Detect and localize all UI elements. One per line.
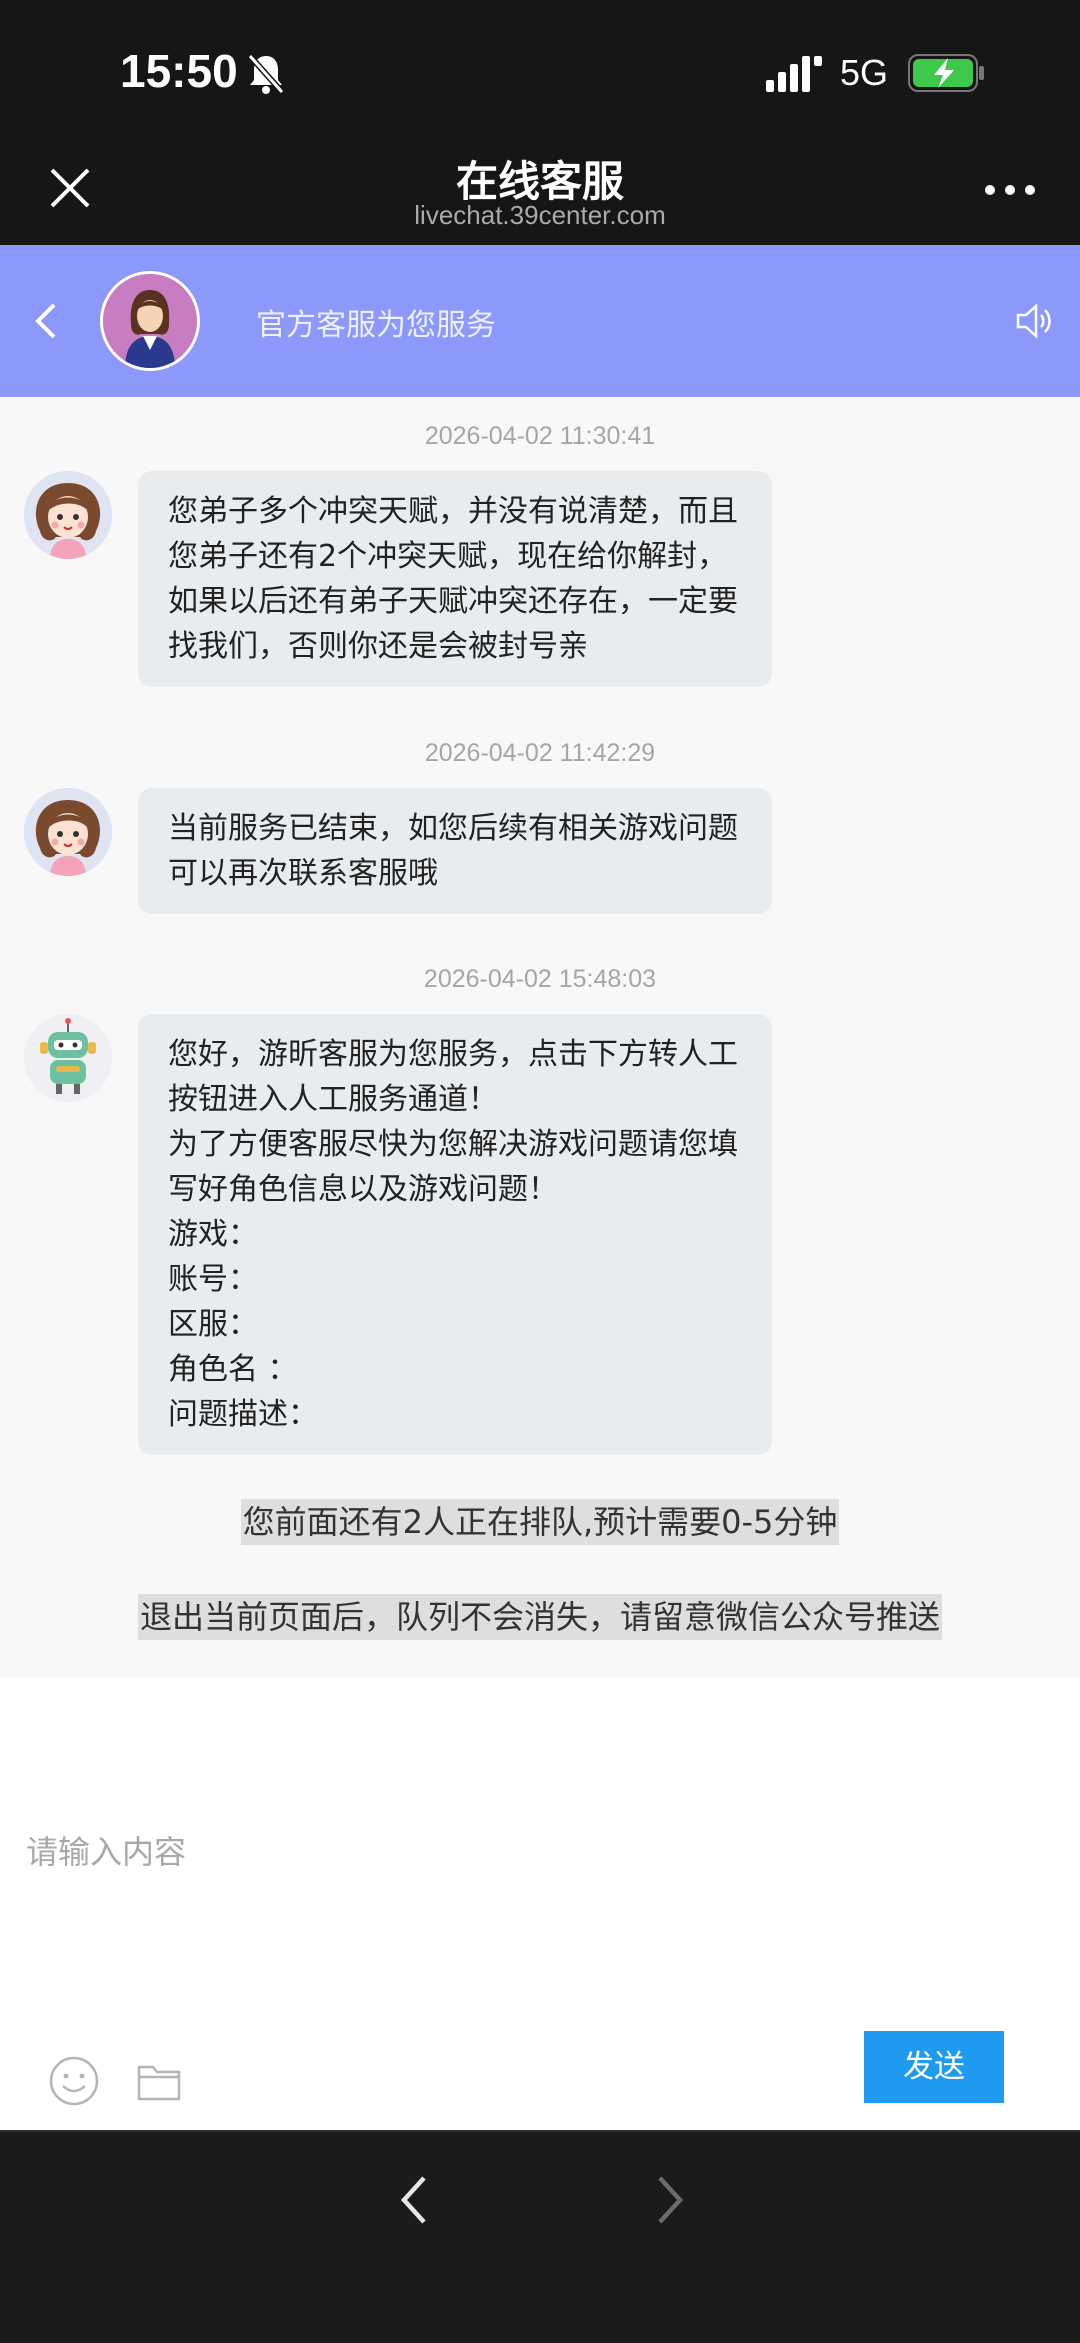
status-bar: 15:50 5G [0, 0, 1080, 140]
message-line: 账号： [168, 1262, 258, 1297]
signal-icon [766, 56, 822, 92]
browser-back-icon[interactable] [396, 2172, 432, 2228]
message-timestamp: 2026-04-02 15:48:03 [423, 965, 657, 993]
browser-toolbar [0, 2130, 1080, 2343]
browser-forward-icon[interactable] [652, 2172, 688, 2228]
girl-avatar-icon [24, 471, 112, 559]
nav-bar: 在线客服 livechat.39center.com [0, 140, 1080, 245]
message-line: 游戏： [168, 1217, 258, 1252]
message-input-area: 请输入内容 发送 [0, 1677, 1080, 2130]
message-line: 按钮进入人工服务通道！ [168, 1082, 498, 1117]
mute-bell-icon [247, 54, 285, 94]
message-bubble: 您好，游昕客服为您服务，点击下方转人工 按钮进入人工服务通道！ 为了方便客服尽快… [138, 1014, 772, 1455]
emoji-icon[interactable] [48, 2055, 100, 2107]
message-line: 当前服务已结束，如您后续有相关游戏问题 [168, 811, 738, 846]
message-bubble: 您弟子多个冲突天赋，并没有说清楚，而且 您弟子还有2个冲突天赋，现在给你解封， … [138, 471, 772, 687]
message-line: 如果以后还有弟子天赋冲突还存在，一定要 [168, 584, 738, 619]
back-chevron-icon[interactable] [30, 301, 62, 341]
status-time: 15:50 [120, 45, 238, 97]
folder-icon[interactable] [136, 2059, 182, 2103]
chat-area[interactable]: 2026-04-02 11:30:41 您弟子多个冲突天赋，并没有说清楚，而且 … [0, 397, 1080, 1677]
message-line: 您弟子多个冲突天赋，并没有说清楚，而且 [168, 494, 738, 529]
robot-avatar [24, 1014, 112, 1102]
queue-notice-text: 您前面还有2人正在排队,预计需要0-5分钟 [240, 1499, 840, 1545]
send-button[interactable]: 发送 [864, 2031, 1004, 2103]
message-line: 您好，游昕客服为您服务，点击下方转人工 [168, 1037, 738, 1072]
girl-avatar-icon [24, 788, 112, 876]
chat-header: 官方客服为您服务 [0, 245, 1080, 397]
agent-girl-avatar [24, 788, 112, 876]
message-line: 写好角色信息以及游戏问题！ [168, 1172, 558, 1207]
speaker-icon[interactable] [1016, 301, 1052, 341]
queue-notice: 您前面还有2人正在排队,预计需要0-5分钟 [0, 1497, 1080, 1545]
message-line: 为了方便客服尽快为您解决游戏问题请您填 [168, 1127, 738, 1162]
message-line: 角色名 ： [168, 1352, 298, 1387]
message-line: 可以再次联系客服哦 [168, 856, 438, 891]
robot-avatar-icon [24, 1014, 112, 1102]
agent-girl-avatar [24, 471, 112, 559]
more-icon[interactable] [982, 180, 1038, 200]
message-input[interactable]: 请输入内容 [26, 1827, 186, 1873]
message-line: 问题描述： [168, 1397, 318, 1432]
message-line: 找我们，否则你还是会被封号亲 [168, 629, 588, 664]
agent-avatar-icon [103, 274, 197, 368]
battery-charging-icon [908, 54, 984, 92]
page-url: livechat.39center.com [414, 200, 666, 230]
exit-tip-text: 退出当前页面后，队列不会消失，请留意微信公众号推送 [137, 1594, 942, 1640]
message-bubble: 当前服务已结束，如您后续有相关游戏问题 可以再次联系客服哦 [138, 788, 772, 914]
message-timestamp: 2026-04-02 11:30:41 [424, 422, 656, 450]
service-greeting: 官方客服为您服务 [256, 308, 496, 343]
message-line: 区服： [168, 1307, 258, 1342]
message-line: 您弟子还有2个冲突天赋，现在给你解封， [168, 539, 728, 574]
exit-tip-notice: 退出当前页面后，队列不会消失，请留意微信公众号推送 [0, 1592, 1080, 1640]
agent-avatar [100, 271, 200, 371]
message-timestamp: 2026-04-02 11:42:29 [424, 739, 656, 767]
network-type: 5G [840, 52, 889, 93]
